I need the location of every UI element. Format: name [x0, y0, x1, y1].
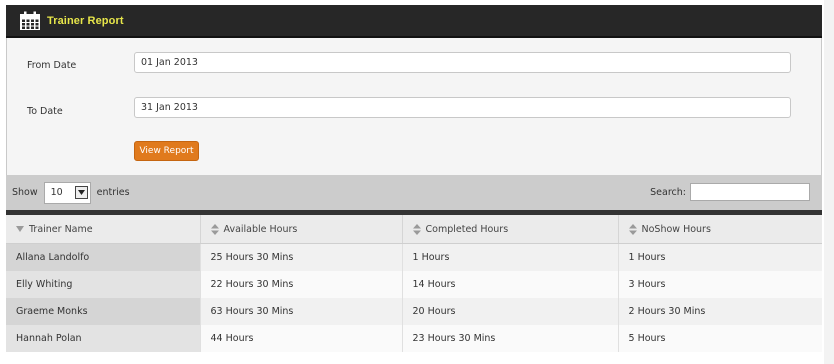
entries-length-value: 10 [50, 187, 63, 198]
cell-noshow-hours: 2 Hours 30 Mins [618, 298, 822, 325]
table-row: Allana Landolfo 25 Hours 30 Mins 1 Hours… [6, 243, 822, 271]
page-gutter [824, 0, 834, 364]
chevron-down-icon[interactable] [74, 186, 88, 199]
calendar-icon [20, 11, 40, 30]
report-filter-form: From Date To Date View Report [6, 38, 822, 175]
table-toolbar: Show 10 entries Search: [6, 175, 822, 210]
cell-trainer-name: Elly Whiting [6, 271, 201, 298]
view-report-button[interactable]: View Report [134, 141, 199, 161]
cell-available-hours: 44 Hours [200, 325, 403, 352]
cell-noshow-hours: 5 Hours [618, 325, 822, 352]
sort-both-icon [210, 223, 219, 235]
cell-trainer-name: Hannah Polan [6, 325, 201, 352]
sort-desc-icon [16, 226, 24, 232]
cell-available-hours: 22 Hours 30 Mins [200, 271, 403, 298]
cell-noshow-hours: 1 Hours [618, 243, 822, 271]
search-label: Search: [650, 186, 686, 198]
entries-label: entries [96, 187, 130, 198]
from-date-label: From Date [27, 60, 77, 71]
cell-trainer-name: Graeme Monks [6, 298, 201, 325]
column-header-completed-hours[interactable]: Completed Hours [402, 215, 619, 244]
cell-completed-hours: 23 Hours 30 Mins [402, 325, 619, 352]
column-header-trainer-name[interactable]: Trainer Name [6, 215, 201, 244]
table-row: Hannah Polan 44 Hours 23 Hours 30 Mins 5… [6, 325, 822, 352]
page-title: Trainer Report [47, 14, 124, 27]
table-header-row: Trainer Name Available Hours Completed H… [6, 215, 822, 244]
column-header-available-hours[interactable]: Available Hours [200, 215, 403, 244]
cell-available-hours: 25 Hours 30 Mins [200, 243, 403, 271]
cell-completed-hours: 1 Hours [402, 243, 619, 271]
entries-length-select[interactable]: 10 [43, 181, 91, 204]
sort-both-icon [628, 223, 637, 235]
cell-available-hours: 63 Hours 30 Mins [200, 298, 403, 325]
from-date-input[interactable] [134, 52, 791, 73]
trainer-report-table: Trainer Name Available Hours Completed H… [6, 215, 822, 352]
table-row: Graeme Monks 63 Hours 30 Mins 20 Hours 2… [6, 298, 822, 325]
to-date-input[interactable] [134, 97, 791, 118]
to-date-label: To Date [27, 106, 63, 117]
cell-completed-hours: 20 Hours [402, 298, 619, 325]
panel-header: Trainer Report [6, 5, 822, 38]
sort-both-icon [412, 223, 421, 235]
cell-completed-hours: 14 Hours [402, 271, 619, 298]
search-input[interactable] [690, 183, 810, 201]
table-search: Search: [650, 183, 810, 201]
cell-trainer-name: Allana Landolfo [6, 243, 201, 271]
cell-noshow-hours: 3 Hours [618, 271, 822, 298]
table-row: Elly Whiting 22 Hours 30 Mins 14 Hours 3… [6, 271, 822, 298]
trainer-report-panel: Trainer Report From Date To Date View Re… [6, 5, 822, 364]
show-label: Show [12, 187, 38, 198]
column-header-noshow-hours[interactable]: NoShow Hours [618, 215, 822, 244]
